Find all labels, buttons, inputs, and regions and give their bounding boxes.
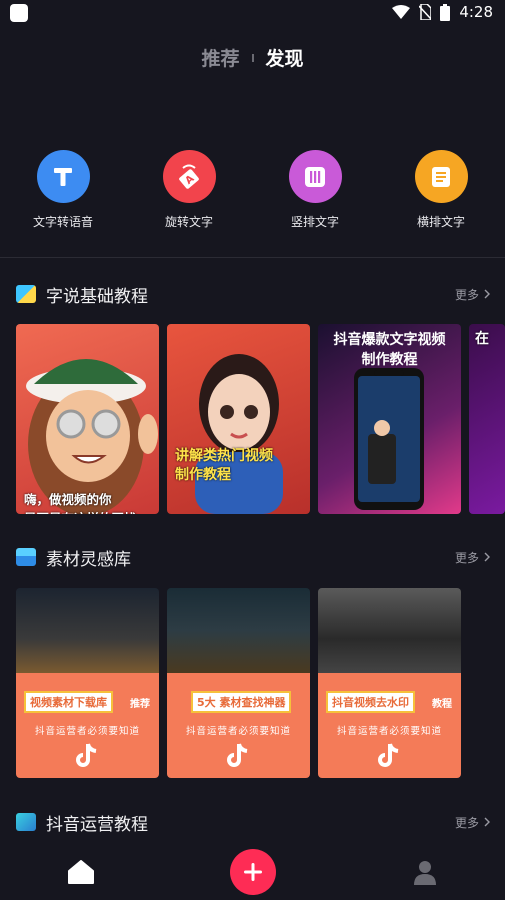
status-bar: 4:28 xyxy=(0,0,505,26)
wifi-icon xyxy=(392,5,411,19)
tab-separator xyxy=(251,53,254,62)
top-tabs: 推荐 发现 xyxy=(0,44,505,71)
tool-vertical-text[interactable]: 竖排文字 xyxy=(252,150,378,230)
more-link[interactable]: 更多 xyxy=(455,286,490,303)
tool-label: 文字转语音 xyxy=(32,215,93,229)
more-link[interactable]: 更多 xyxy=(455,814,490,831)
material-row: 视频素材下载库 推荐 抖音运营者必须要知道 5大 素材查找神器 抖音运营者必须要… xyxy=(16,588,461,778)
tutorial-card[interactable]: 讲解类热门视频 制作教程 xyxy=(167,324,310,514)
tab-recommend[interactable]: 推荐 xyxy=(201,44,239,71)
material-tag: 推荐 xyxy=(130,699,150,710)
material-banner: 抖音视频去水印 xyxy=(326,691,415,713)
phone-mockup xyxy=(354,368,424,510)
tool-label: 横排文字 xyxy=(416,215,465,229)
street-photo xyxy=(167,588,310,673)
section-title: 字说基础教程 xyxy=(46,286,148,307)
material-tag: 教程 xyxy=(432,699,452,710)
tiktok-icon xyxy=(227,743,248,767)
tutorial-card[interactable]: 抖音爆款文字视频 制作教程 xyxy=(318,324,461,514)
bottom-nav xyxy=(0,844,505,900)
city-photo xyxy=(16,588,159,673)
chevron-right-icon xyxy=(484,817,490,827)
tool-row: 文字转语音 A 旋转文字 竖排文字 横排文字 xyxy=(0,150,505,230)
material-card[interactable]: 抖音视频去水印 教程 抖音运营者必须要知道 xyxy=(318,588,461,778)
section-header-operations: 抖音运营教程 更多 xyxy=(16,810,490,835)
no-sim-icon xyxy=(419,4,432,20)
more-label: 更多 xyxy=(454,287,479,302)
tool-label: 旋转文字 xyxy=(164,215,213,229)
section-header-basic: 字说基础教程 更多 xyxy=(16,282,490,307)
tool-rotate-text[interactable]: A 旋转文字 xyxy=(126,150,252,230)
vertical-text-icon xyxy=(288,150,342,203)
home-icon[interactable] xyxy=(68,860,95,884)
tool-label: 竖排文字 xyxy=(290,215,339,229)
street-bw-photo xyxy=(318,588,461,673)
material-subtitle: 抖音运营者必须要知道 xyxy=(34,726,140,737)
app-notification-icon xyxy=(10,4,28,22)
tutorial-card-partial[interactable]: 在 xyxy=(469,324,505,514)
battery-icon xyxy=(440,3,451,21)
avatar-illustration xyxy=(26,359,158,514)
material-subtitle: 抖音运营者必须要知道 xyxy=(185,726,291,737)
bookmark-icon xyxy=(16,285,36,303)
tiktok-book-icon xyxy=(16,813,36,831)
tutorial-card[interactable]: 嗨，做视频的你是不是有这样的困扰 xyxy=(16,324,159,514)
more-label: 更多 xyxy=(454,550,479,565)
profile-icon[interactable] xyxy=(413,859,437,885)
card-title: 在 xyxy=(475,331,489,347)
card-caption: 嗨，做视频的你是不是有这样的困扰 xyxy=(24,492,137,514)
tab-discover[interactable]: 发现 xyxy=(266,44,304,71)
avatar-illustration xyxy=(195,354,283,514)
divider xyxy=(0,257,505,258)
tool-text-to-speech[interactable]: 文字转语音 xyxy=(0,150,126,230)
card-caption: 讲解类热门视频 制作教程 xyxy=(175,448,273,483)
horizontal-text-icon xyxy=(414,150,468,203)
section-header-materials: 素材灵感库 更多 xyxy=(16,545,490,570)
text-t-icon xyxy=(36,150,90,203)
tutorial-row: 嗨，做视频的你是不是有这样的困扰 讲解类热门视频制作教程 抖音爆款文字视频制作教… xyxy=(16,324,505,514)
add-icon xyxy=(244,863,263,881)
more-label: 更多 xyxy=(454,815,479,830)
tiktok-icon xyxy=(378,743,399,767)
material-banner: 视频素材下载库 xyxy=(24,691,113,713)
add-button[interactable] xyxy=(230,849,277,895)
more-link[interactable]: 更多 xyxy=(455,549,490,566)
section-title: 素材灵感库 xyxy=(46,549,131,570)
section-title: 抖音运营教程 xyxy=(46,814,148,835)
material-subtitle: 抖音运营者必须要知道 xyxy=(336,726,442,737)
status-time: 4:28 xyxy=(459,3,493,21)
material-banner: 5大 素材查找神器 xyxy=(191,691,292,713)
tool-horizontal-text[interactable]: 横排文字 xyxy=(378,150,504,230)
tiktok-icon xyxy=(76,743,97,767)
material-card[interactable]: 5大 素材查找神器 抖音运营者必须要知道 xyxy=(167,588,310,778)
chevron-right-icon xyxy=(484,552,490,562)
store-icon xyxy=(16,548,36,566)
rotate-text-icon: A xyxy=(162,150,216,203)
chevron-right-icon xyxy=(484,289,490,299)
material-card[interactable]: 视频素材下载库 推荐 抖音运营者必须要知道 xyxy=(16,588,159,778)
